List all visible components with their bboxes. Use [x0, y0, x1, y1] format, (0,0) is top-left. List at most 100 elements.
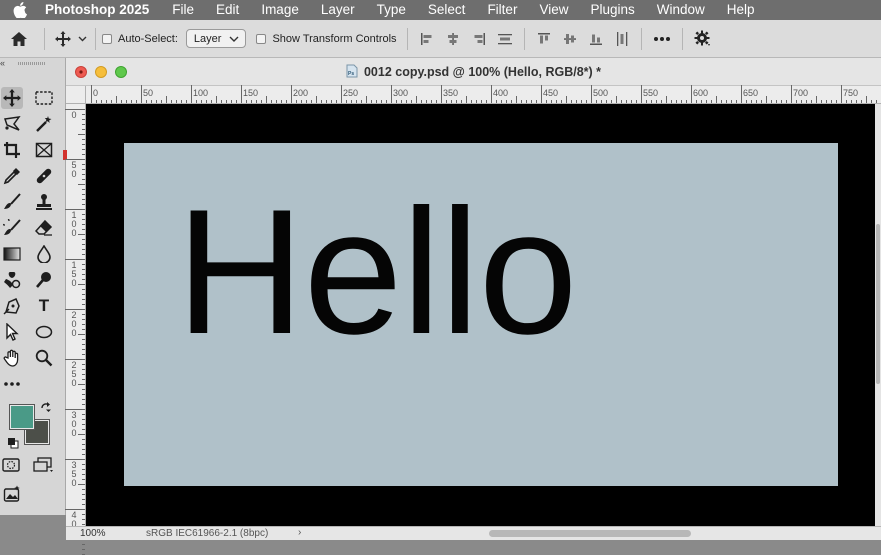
ruler-origin[interactable] — [66, 86, 86, 104]
default-colors-icon[interactable] — [7, 436, 19, 454]
quick-mask-button[interactable] — [0, 454, 22, 476]
dodge-tool[interactable] — [1, 269, 23, 291]
align-top-edges-button[interactable] — [531, 27, 557, 51]
magic-wand-icon — [36, 116, 52, 132]
align-left-edges-button[interactable] — [414, 27, 440, 51]
align-bottom-edges-button[interactable] — [583, 27, 609, 51]
blur-tool[interactable] — [33, 243, 55, 265]
hand-tool[interactable] — [1, 347, 23, 369]
clone-stamp-tool[interactable] — [33, 191, 55, 213]
vertical-ruler[interactable]: 050100150200250300350400 — [63, 104, 86, 555]
more-tools-button[interactable] — [1, 373, 23, 395]
ruler-tick — [82, 229, 85, 230]
magic-wand-tool[interactable] — [33, 113, 55, 135]
eraser-tool[interactable] — [33, 217, 55, 239]
zoom-tool[interactable] — [33, 347, 55, 369]
ruler-tick — [246, 100, 247, 103]
eyedropper-tool[interactable] — [1, 165, 23, 187]
ruler-tick — [371, 100, 372, 103]
menu-image[interactable]: Image — [250, 0, 310, 20]
ruler-tick — [766, 96, 767, 103]
distribute-horizontal-button[interactable] — [609, 27, 635, 51]
ruler-tick — [296, 100, 297, 103]
ruler-tick — [136, 100, 137, 103]
app-name[interactable]: Photoshop 2025 — [40, 0, 161, 20]
ruler-tick — [711, 100, 712, 103]
ruler-tick — [78, 184, 85, 185]
menu-window[interactable]: Window — [646, 0, 716, 20]
horizontal-scroll-thumb[interactable] — [489, 530, 691, 537]
panel-grip[interactable]: « — [0, 58, 66, 68]
more-options-button[interactable] — [648, 27, 676, 51]
ruler-tick — [346, 100, 347, 103]
frame-tool[interactable] — [33, 139, 55, 161]
pen-tool[interactable] — [1, 295, 23, 317]
more-icon — [653, 36, 670, 41]
menu-layer[interactable]: Layer — [310, 0, 366, 20]
ruler-tick — [771, 100, 772, 103]
menu-filter[interactable]: Filter — [476, 0, 528, 20]
crop-tool[interactable] — [1, 139, 23, 161]
menu-view[interactable]: View — [528, 0, 579, 20]
ruler-tick — [82, 414, 85, 415]
marquee-tool[interactable] — [33, 87, 55, 109]
apple-logo-icon[interactable] — [0, 0, 40, 20]
horizontal-ruler[interactable]: 0 50 100 150 200 250 300 350 400 450 500 550 600 650 7… — [86, 85, 881, 104]
gradient-tool[interactable] — [1, 243, 23, 265]
menu-help[interactable]: Help — [716, 0, 766, 20]
align-horizontal-centers-button[interactable] — [440, 27, 466, 51]
document-title-bar[interactable]: Ps 0012 copy.psd @ 100% (Hello, RGB/8*) * — [66, 58, 881, 86]
path-selection-tool[interactable] — [1, 321, 23, 343]
move-tool-preset-button[interactable] — [51, 27, 75, 51]
type-tool[interactable]: T — [33, 295, 55, 317]
canvas-area[interactable]: Hello — [86, 104, 875, 526]
menu-type[interactable]: Type — [366, 0, 417, 20]
distribute-icon — [497, 33, 512, 44]
auto-select-dropdown[interactable]: Layer — [185, 29, 247, 48]
ruler-tick — [686, 100, 687, 103]
swap-colors-icon[interactable] — [40, 401, 52, 419]
vertical-scrollbar[interactable] — [875, 104, 881, 526]
text-layer-hello[interactable]: Hello — [176, 183, 578, 361]
move-tool[interactable] — [1, 87, 23, 109]
canvas[interactable]: Hello — [124, 143, 838, 486]
lasso-tool[interactable] — [1, 113, 23, 135]
align-right-edges-button[interactable] — [466, 27, 492, 51]
ruler-tick — [78, 334, 85, 335]
auto-select-checkbox[interactable] — [102, 33, 112, 44]
status-info-arrow[interactable]: › — [298, 527, 301, 538]
ruler-tick — [146, 100, 147, 103]
ruler-tick — [286, 100, 287, 103]
vertical-scroll-thumb[interactable] — [876, 224, 880, 384]
settings-button[interactable] — [689, 27, 717, 51]
ruler-tick — [181, 100, 182, 103]
zoom-level[interactable]: 100% — [80, 528, 106, 539]
brush-tool[interactable] — [1, 191, 23, 213]
chevron-down-icon[interactable] — [75, 27, 89, 51]
align-vertical-centers-button[interactable] — [557, 27, 583, 51]
generate-image-button[interactable] — [1, 483, 23, 505]
healing-brush-tool[interactable] — [33, 165, 55, 187]
ruler-tick — [82, 399, 85, 400]
menu-edit[interactable]: Edit — [205, 0, 250, 20]
ellipse-tool[interactable] — [33, 321, 55, 343]
burn-tool[interactable] — [33, 269, 55, 291]
distribute-vertical-button[interactable] — [492, 27, 518, 51]
menu-file[interactable]: File — [161, 0, 205, 20]
ruler-tick — [871, 100, 872, 103]
ruler-tick — [621, 100, 622, 103]
ruler-tick — [706, 100, 707, 103]
ruler-tick — [82, 519, 85, 520]
show-transform-checkbox[interactable] — [256, 33, 267, 44]
ruler-tick — [121, 100, 122, 103]
ruler-tick — [576, 100, 577, 103]
history-brush-tool[interactable] — [1, 217, 23, 239]
menu-select[interactable]: Select — [417, 0, 477, 20]
screen-mode-button[interactable] — [32, 454, 54, 476]
ruler-tick — [82, 139, 85, 140]
ruler-tick — [141, 85, 142, 103]
menu-plugins[interactable]: Plugins — [579, 0, 645, 20]
home-button[interactable] — [0, 27, 38, 51]
foreground-color-swatch[interactable] — [9, 404, 35, 430]
ruler-tick — [636, 100, 637, 103]
